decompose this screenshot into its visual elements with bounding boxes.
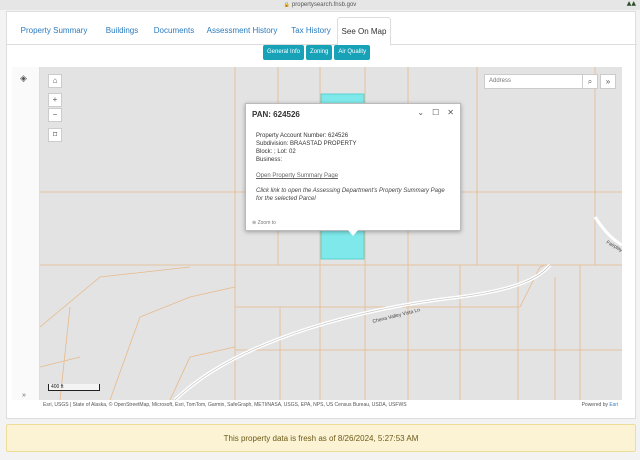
search-icon[interactable]: ⌕ [582, 74, 598, 89]
zoning-button[interactable]: Zoning [306, 45, 333, 60]
popup-pointer [348, 230, 358, 236]
collapse-icon[interactable]: ⌄ [417, 108, 424, 117]
home-icon[interactable]: ⌂ [48, 74, 62, 88]
popup-actions: ⌄ ☐ ✕ [417, 108, 454, 117]
powered-by-link[interactable]: Esri [609, 402, 618, 408]
expand-icon[interactable]: » [600, 74, 616, 89]
powered-by: Powered by Esri [582, 400, 622, 410]
tab-documents[interactable]: Documents [149, 17, 199, 45]
popup-title: PAN: 624526 [252, 110, 300, 119]
tab-see-on-map[interactable]: See On Map [337, 17, 391, 46]
scale-bar: 400 ft [48, 384, 100, 391]
zoom-to-label: Zoom to [257, 220, 276, 226]
business: Business: [256, 157, 283, 163]
tab-assessment-history[interactable]: Assessment History [199, 17, 285, 45]
browser-url-bar[interactable]: 🔒 propertysearch.fnsb.gov [0, 0, 640, 10]
subdivision: Subdivision: BRAASTAD PROPERTY [256, 141, 357, 147]
lock-icon: 🔒 [283, 2, 290, 8]
zoom-to-button[interactable]: ⊕ Zoom to [252, 220, 276, 226]
map-layer-buttons: General Info Zoning Air Quality [263, 45, 371, 60]
address-search-input[interactable]: Address [484, 74, 598, 89]
close-icon[interactable]: ✕ [447, 108, 454, 117]
zoom-out-button[interactable]: − [48, 108, 62, 122]
logo-icon: ▲▲ [626, 0, 636, 7]
bookmark-icon[interactable]: ⌑ [48, 128, 62, 142]
url-text: propertysearch.fnsb.gov [291, 2, 357, 8]
powered-by-prefix: Powered by [581, 402, 608, 408]
layers-icon[interactable]: ◈ [20, 73, 27, 84]
zoom-in-button[interactable]: + [48, 93, 62, 107]
tab-tax-history[interactable]: Tax History [285, 17, 337, 45]
map-sidebar: ◈ [12, 67, 40, 400]
account-number: Property Account Number: 624526 [256, 133, 349, 139]
dock-icon[interactable]: ☐ [432, 108, 439, 117]
tab-property-summary[interactable]: Property Summary [13, 17, 95, 45]
air-quality-button[interactable]: Air Quality [334, 45, 371, 60]
parcel-popup: PAN: 624526 ⌄ ☐ ✕ Property Account Numbe… [245, 103, 461, 231]
data-freshness-banner: This property data is fresh as of 8/26/2… [6, 424, 636, 452]
open-summary-link[interactable]: Open Property Summary Page [256, 172, 452, 180]
tab-bar: Property Summary Buildings Documents Ass… [7, 17, 637, 46]
tab-buildings[interactable]: Buildings [95, 17, 149, 45]
attribution-text: Esri, USGS | State of Alaska, © OpenStre… [43, 402, 407, 408]
block-lot: Block: ; Lot: 02 [256, 149, 296, 155]
map-attribution: Esri, USGS | State of Alaska, © OpenStre… [40, 400, 622, 410]
expand-sidebar-icon[interactable]: » [22, 392, 26, 399]
popup-note: Click link to open the Assessing Departm… [256, 188, 445, 202]
zoom-icon: ⊕ [252, 220, 257, 226]
general-info-button[interactable]: General Info [263, 45, 305, 60]
popup-body: Property Account Number: 624526 Subdivis… [256, 132, 452, 203]
